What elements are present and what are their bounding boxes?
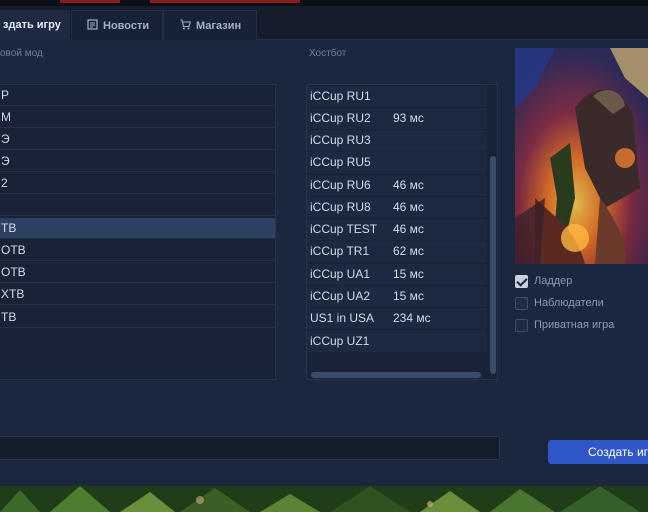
hostbot-name: iCCup RU8 [310, 200, 371, 214]
game-mode-artwork [515, 48, 648, 264]
hostbot-ping: 62 мс [393, 244, 424, 258]
hostbot-section-label: Хостбот [309, 48, 347, 59]
hostbot-name: iCCup UZ1 [310, 334, 370, 348]
list-item[interactable]: Р [0, 85, 275, 106]
list-item[interactable]: iCCup RU1 [307, 86, 487, 107]
list-item[interactable]: iCCup UA2 15 мс [307, 286, 487, 307]
tab-create-game[interactable]: здать игру [0, 10, 70, 40]
hostbot-ping: 46 мс [393, 222, 424, 236]
list-item[interactable]: ХТВ [0, 284, 275, 305]
header-banner-right [150, 0, 300, 3]
hostbot-name: iCCup UA2 [310, 289, 371, 303]
list-item[interactable]: ТВ [0, 307, 275, 328]
hostbot-name: iCCup RU6 [310, 178, 371, 192]
hostbot-horizontal-scrollbar[interactable] [311, 372, 481, 378]
hostbot-name: iCCup TEST [310, 222, 378, 236]
hostbot-name: iCCup RU1 [310, 89, 371, 103]
list-item[interactable] [0, 195, 275, 216]
list-item-selected[interactable]: ТВ [0, 218, 275, 239]
hostbot-ping: 15 мс [393, 289, 424, 303]
list-item[interactable]: iCCup RU5 [307, 152, 487, 173]
private-game-checkbox[interactable]: Приватная игра [515, 319, 635, 333]
hostbot-ping: 15 мс [393, 267, 424, 281]
list-item[interactable]: ОТВ [0, 240, 275, 261]
list-item[interactable]: iCCup RU6 46 мс [307, 175, 487, 196]
list-item[interactable]: iCCup RU3 [307, 130, 487, 151]
list-item[interactable]: ОТВ [0, 262, 275, 283]
list-item[interactable]: 2 [0, 173, 275, 194]
tab-bar: здать игру Новости Магазин [0, 6, 648, 40]
create-game-button[interactable]: Создать игру [548, 440, 648, 464]
game-mode-section-label: овой мод [0, 48, 43, 59]
tab-label: здать игру [3, 19, 61, 31]
hero-artwork-image [515, 48, 648, 264]
game-name-input[interactable] [0, 436, 500, 460]
observers-checkbox[interactable]: Наблюдатели [515, 297, 635, 311]
hostbot-ping: 46 мс [393, 178, 424, 192]
hostbot-name: iCCup UA1 [310, 267, 371, 281]
tab-label: Магазин [196, 20, 242, 32]
list-item[interactable]: Э [0, 129, 275, 150]
hostbot-vertical-scrollbar[interactable] [490, 156, 496, 374]
ladder-checkbox[interactable]: Ладдер [515, 275, 635, 289]
hostbot-ping: 46 мс [393, 200, 424, 214]
tab-news[interactable]: Новости [71, 10, 163, 40]
hostbot-name: iCCup RU3 [310, 133, 371, 147]
hostbot-ping: 93 мс [393, 111, 424, 125]
list-item[interactable]: iCCup TEST 46 мс [307, 219, 487, 240]
hostbot-name: iCCup RU2 [310, 111, 371, 125]
tab-shop[interactable]: Магазин [163, 10, 257, 40]
hostbot-name: iCCup RU5 [310, 155, 371, 169]
checkbox-checked-icon[interactable] [515, 275, 528, 288]
hostbot-ping: 234 мс [393, 311, 431, 325]
background-foliage [0, 486, 648, 512]
cart-icon [180, 19, 191, 30]
checkbox-icon[interactable] [515, 319, 528, 332]
list-item[interactable]: М [0, 107, 275, 128]
hostbot-name: iCCup TR1 [310, 244, 370, 258]
list-item[interactable]: Э [0, 151, 275, 172]
game-mode-list[interactable]: Р М Э Э 2 ТВ ОТВ ОТВ ХТВ ТВ [0, 84, 276, 380]
list-item[interactable]: iCCup TR1 62 мс [307, 241, 487, 262]
news-icon [87, 19, 98, 30]
list-item[interactable]: iCCup RU8 46 мс [307, 197, 487, 218]
checkbox-icon[interactable] [515, 297, 528, 310]
hostbot-list[interactable]: iCCup RU1 iCCup RU2 93 мс iCCup RU3 iCCup… [306, 84, 498, 380]
tab-label: Новости [103, 20, 150, 32]
list-item[interactable]: iCCup UZ1 [307, 331, 487, 352]
hostbot-name: US1 in USA [310, 311, 375, 325]
list-item[interactable]: iCCup RU2 93 мс [307, 108, 487, 129]
list-item[interactable]: iCCup UA1 15 мс [307, 264, 487, 285]
list-item[interactable]: US1 in USA 234 мс [307, 308, 487, 329]
header-banner-left [60, 0, 120, 3]
foliage-image [0, 486, 648, 512]
